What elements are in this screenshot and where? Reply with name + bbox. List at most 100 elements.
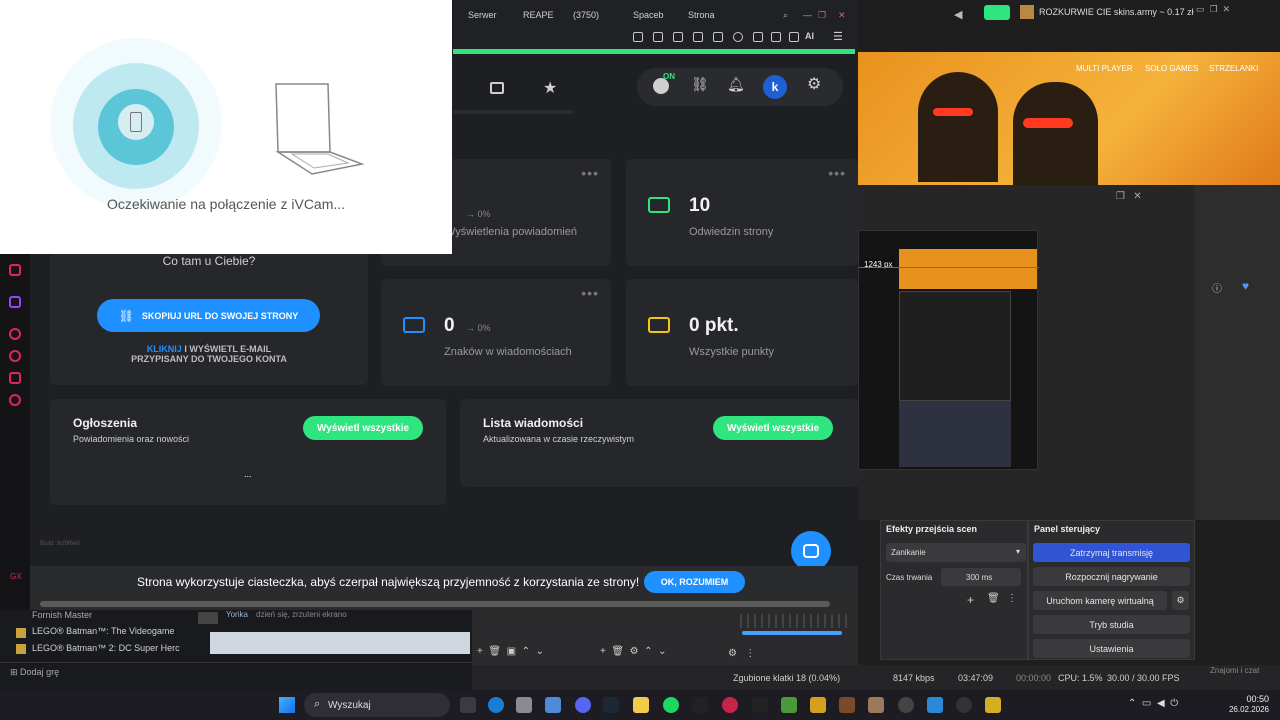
minimize-icon[interactable]: — [803,10,812,20]
speaker-icon[interactable]: ◀ [954,8,962,21]
info-icon[interactable]: ⓘ [1212,280,1222,295]
obs-preview[interactable]: ❐ ✕ 1243 px [858,185,1264,520]
heart-icon[interactable] [733,32,743,42]
preview-window-controls[interactable]: ❐ ✕ [1116,191,1142,202]
copy-url-button[interactable]: ⛓ SKOPIUJ URL DO SWOJEJ STRONY [97,299,320,332]
app-icon[interactable] [545,697,561,713]
app-icon[interactable] [956,697,972,713]
edge-icon[interactable] [488,697,504,713]
app-icon[interactable] [692,697,708,713]
link-icon[interactable]: ⛓ [691,76,709,93]
obs-icon[interactable] [898,697,914,713]
game-item[interactable]: Fornish Master [32,610,92,620]
app-icon[interactable] [839,697,855,713]
dashboard-header: ★ ON ⛓ 🔔︎ k ⚙ [453,54,858,124]
discord-icon[interactable] [575,697,591,713]
menu-icon[interactable]: ☰ [833,30,843,43]
more-icon[interactable]: ••• [828,165,846,181]
app-icon[interactable] [985,697,1001,713]
circle-icon[interactable] [9,328,21,340]
window-icon[interactable] [490,82,504,94]
app-icon[interactable] [868,697,884,713]
date[interactable]: 26.02.2026 [1209,705,1269,714]
gear-icon[interactable]: ⚙ [1172,591,1189,610]
epic-games-icon[interactable] [752,697,768,713]
click-link[interactable]: KLIKNIJ [147,344,182,354]
game-item[interactable]: LEGO® Batman™: The Videogame [32,626,174,636]
tab-spaceb[interactable]: Spaceb [633,10,664,20]
bell-icon[interactable]: 🔔︎ [727,76,745,93]
game-item[interactable]: LEGO® Batman™ 2: DC Super Herc [32,643,180,653]
more-icon[interactable]: ••• [581,165,599,181]
window-controls[interactable]: ▭ ❐ ✕ [1196,4,1230,15]
clock-icon[interactable] [9,350,21,362]
virtual-camera-button[interactable]: Uruchom kamerę wirtualną [1033,591,1167,610]
target-icon[interactable] [9,394,21,406]
send-icon[interactable] [713,32,723,42]
soldier-silhouette [1013,82,1098,185]
screenshot-icon[interactable] [653,32,663,42]
stop-stream-button[interactable]: Zatrzymaj transmisję [1033,543,1190,562]
chat-support-button[interactable] [791,531,831,571]
close-icon[interactable]: ✕ [838,10,846,21]
more-icon[interactable]: ⋮ [1007,593,1017,604]
transitions-title: Efekty przejścia scen [886,524,978,534]
studio-mode-button[interactable]: Tryb studia [1033,615,1190,634]
taskbar-search[interactable]: ⌕ Wyszukaj [304,693,450,717]
add-game-button[interactable]: ⊞ Dodaj grę [10,667,59,678]
settings-icon[interactable] [9,372,21,384]
notification-bell-icon[interactable] [984,5,1010,20]
tag-multiplayer[interactable]: MULTI PLAYER [1076,64,1133,73]
more-icon[interactable]: ••• [581,285,599,301]
avatar[interactable]: k [763,75,787,99]
clock[interactable]: 00:50 [1221,694,1269,704]
download-icon[interactable] [789,32,799,42]
tab-strona[interactable]: Strona [688,10,715,20]
tag-solo[interactable]: SOLO GAMES [1145,64,1198,73]
search-icon[interactable]: ⌕ [783,10,788,21]
opera-gx-icon[interactable] [722,697,738,713]
task-view-icon[interactable] [460,697,476,713]
spotify-icon[interactable] [663,697,679,713]
gear-icon[interactable]: ⚙ [807,74,821,94]
horizontal-scrollbar[interactable] [30,598,858,610]
star-icon[interactable]: ★ [543,78,557,98]
puzzle-icon[interactable] [633,32,643,42]
email-info: KLIKNIJ I WYŚWIETL E-MAIL PRZYPISANY DO … [131,344,287,364]
cube-icon[interactable] [753,32,763,42]
tab-youtube[interactable]: (3750) [573,10,599,20]
settings-button[interactable]: Ustawienia [1033,639,1190,658]
duration-input[interactable]: 300 ms [941,568,1021,586]
app-icon[interactable] [781,697,797,713]
link-icon: ⛓ [118,308,134,323]
start-recording-button[interactable]: Rozpocznij nagrywanie [1033,567,1190,586]
share-icon[interactable] [771,32,781,42]
tag-shooters[interactable]: STRZELANKI [1209,64,1258,73]
store-icon[interactable] [516,697,532,713]
restore-icon[interactable]: ❐ [818,10,826,21]
app-icon[interactable] [9,264,21,276]
ai-icon[interactable]: AI [805,31,814,41]
steam-icon[interactable] [603,697,619,713]
transition-select[interactable]: Zanikanie ▾ [886,543,1026,562]
app-icon[interactable] [927,697,943,713]
app-icon[interactable] [810,697,826,713]
audio-meter [740,614,852,628]
heart-icon[interactable]: ♥ [1242,279,1249,293]
tab-serwer[interactable]: Serwer [468,10,497,20]
cookie-bar: Strona wykorzystuje ciasteczka, abyś cze… [30,566,858,598]
volume-slider[interactable] [742,631,842,635]
cookie-accept-button[interactable]: OK, ROZUMIEM [644,571,745,593]
shield-icon[interactable] [673,32,683,42]
show-all-announcements-button[interactable]: Wyświetl wszystkie [303,416,423,440]
windows-start-icon[interactable] [279,697,295,713]
friends-chat[interactable]: Znajomi i czat [1210,666,1259,675]
show-all-messages-button[interactable]: Wyświetl wszystkie [713,416,833,440]
trash-icon[interactable]: 🗑︎ [987,593,1000,604]
folder-icon[interactable] [633,697,649,713]
tray-icons[interactable]: ⌃ ▭ ◀︎ ⏻ [1128,698,1178,709]
add-icon[interactable]: + [967,593,974,607]
tab-reaper[interactable]: REAPE [523,10,554,20]
translate-icon[interactable] [693,32,703,42]
twitch-icon[interactable] [9,296,21,308]
